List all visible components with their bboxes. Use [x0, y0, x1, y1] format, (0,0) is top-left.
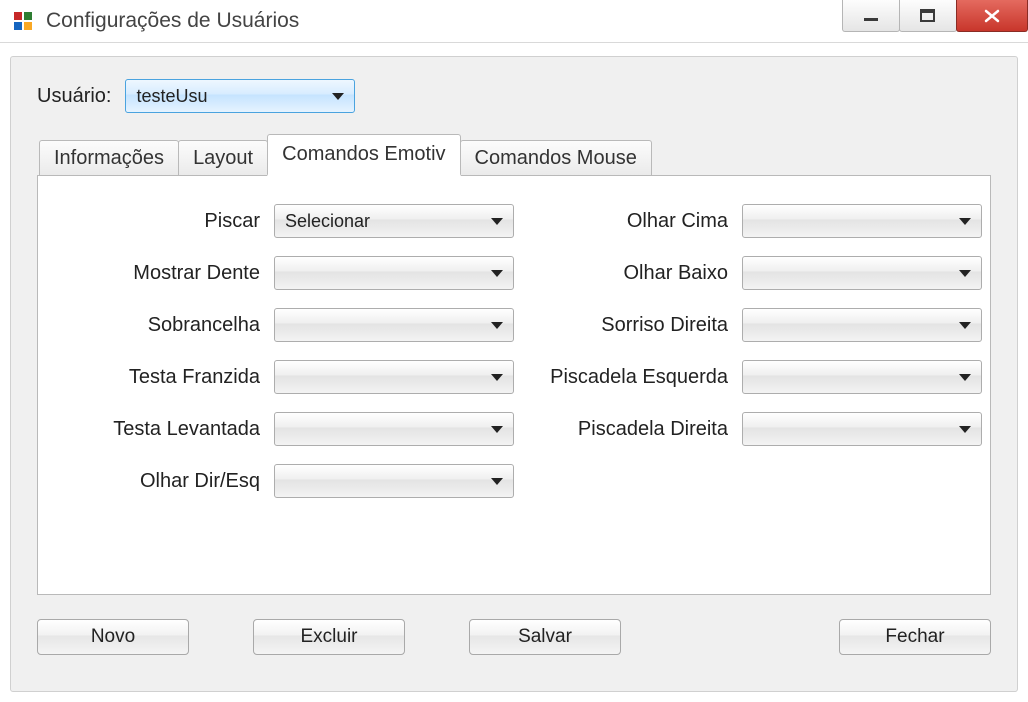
- select-piscar-value: Selecionar: [285, 211, 370, 232]
- label-mostrar-dente: Mostrar Dente: [60, 262, 260, 285]
- select-olhar-baixo[interactable]: [742, 256, 982, 290]
- maximize-icon: [919, 7, 937, 25]
- select-mostrar-dente[interactable]: [274, 256, 514, 290]
- label-sorriso-direita: Sorriso Direita: [528, 314, 728, 337]
- tab-informacoes[interactable]: Informações: [39, 140, 179, 176]
- minimize-button[interactable]: [842, 0, 900, 32]
- select-olhar-cima[interactable]: [742, 204, 982, 238]
- select-testa-levantada[interactable]: [274, 412, 514, 446]
- fechar-button[interactable]: Fechar: [839, 619, 991, 655]
- label-testa-levantada: Testa Levantada: [60, 418, 260, 441]
- excluir-button[interactable]: Excluir: [253, 619, 405, 655]
- emotiv-grid: Piscar Selecionar Olhar Cima Mostrar Den…: [60, 204, 968, 498]
- user-select[interactable]: testeUsu: [125, 79, 355, 113]
- tab-comandos-emotiv[interactable]: Comandos Emotiv: [267, 134, 460, 176]
- app-icon: [14, 12, 32, 30]
- user-row: Usuário: testeUsu: [37, 79, 991, 113]
- tab-comandos-mouse[interactable]: Comandos Mouse: [460, 140, 652, 176]
- client-area: Usuário: testeUsu Informações Layout Com…: [10, 56, 1018, 692]
- label-piscar: Piscar: [60, 210, 260, 233]
- salvar-button[interactable]: Salvar: [469, 619, 621, 655]
- select-sorriso-direita[interactable]: [742, 308, 982, 342]
- window-control-buttons: [843, 0, 1028, 42]
- select-sobrancelha[interactable]: [274, 308, 514, 342]
- select-piscadela-esquerda[interactable]: [742, 360, 982, 394]
- minimize-icon: [862, 7, 880, 25]
- user-select-value: testeUsu: [136, 86, 207, 107]
- close-icon: [983, 7, 1001, 25]
- label-piscadela-direita: Piscadela Direita: [528, 418, 728, 441]
- maximize-button[interactable]: [899, 0, 957, 32]
- window-title: Configurações de Usuários: [46, 9, 299, 33]
- label-piscadela-esquerda: Piscadela Esquerda: [528, 366, 728, 389]
- tabstrip: Informações Layout Comandos Emotiv Coman…: [37, 133, 991, 175]
- label-sobrancelha: Sobrancelha: [60, 314, 260, 337]
- label-olhar-dir-esq: Olhar Dir/Esq: [60, 470, 260, 493]
- label-olhar-cima: Olhar Cima: [528, 210, 728, 233]
- novo-button[interactable]: Novo: [37, 619, 189, 655]
- select-piscadela-direita[interactable]: [742, 412, 982, 446]
- close-button[interactable]: [956, 0, 1028, 32]
- label-testa-franzida: Testa Franzida: [60, 366, 260, 389]
- label-olhar-baixo: Olhar Baixo: [528, 262, 728, 285]
- button-bar: Novo Excluir Salvar Fechar: [37, 619, 991, 655]
- titlebar: Configurações de Usuários: [0, 0, 1028, 43]
- select-olhar-dir-esq[interactable]: [274, 464, 514, 498]
- select-testa-franzida[interactable]: [274, 360, 514, 394]
- select-piscar[interactable]: Selecionar: [274, 204, 514, 238]
- user-label: Usuário:: [37, 85, 111, 108]
- tab-layout[interactable]: Layout: [178, 140, 268, 176]
- tabpanel-comandos-emotiv: Piscar Selecionar Olhar Cima Mostrar Den…: [37, 175, 991, 595]
